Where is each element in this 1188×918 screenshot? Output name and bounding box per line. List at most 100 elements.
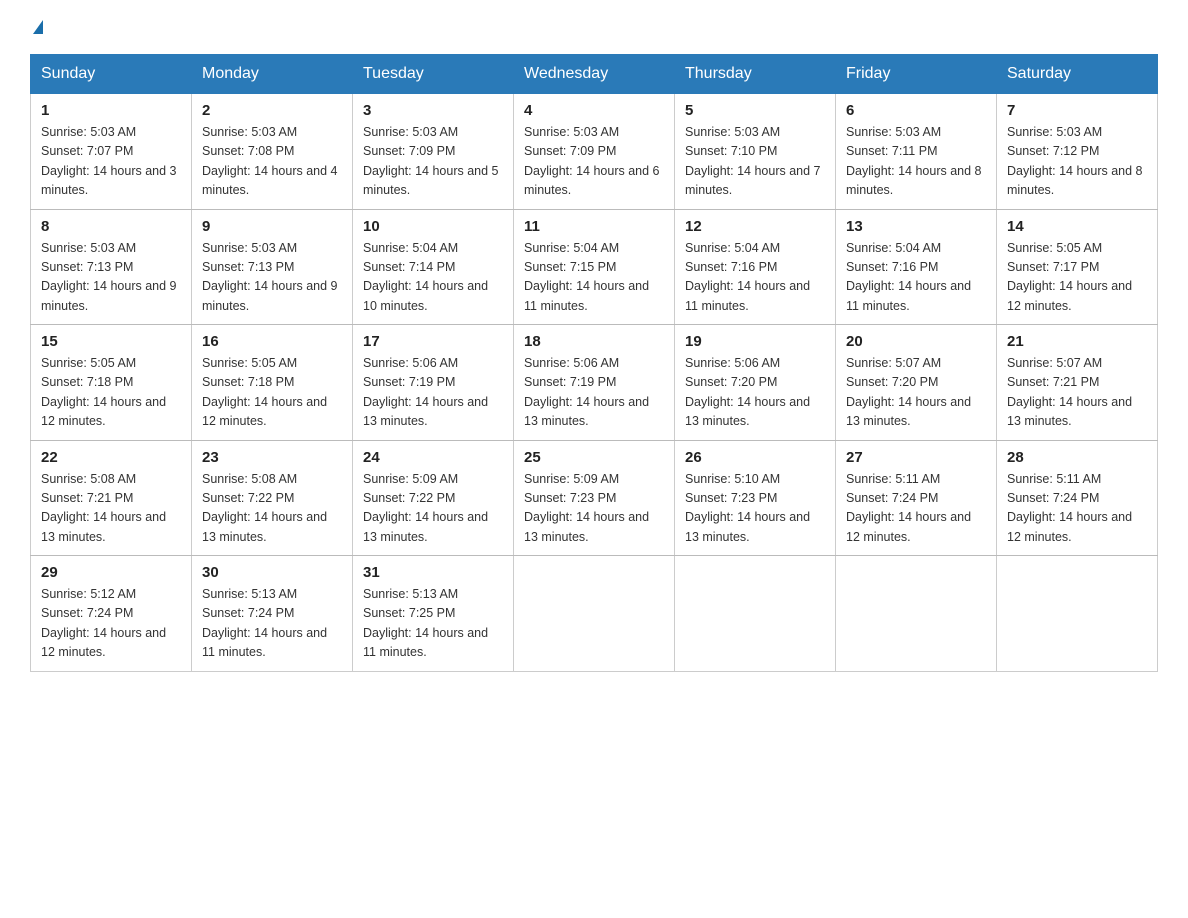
calendar-day-cell: 29 Sunrise: 5:12 AMSunset: 7:24 PMDaylig… bbox=[31, 556, 192, 672]
calendar-day-cell: 13 Sunrise: 5:04 AMSunset: 7:16 PMDaylig… bbox=[836, 209, 997, 325]
day-number: 1 bbox=[41, 102, 181, 119]
calendar-day-cell: 9 Sunrise: 5:03 AMSunset: 7:13 PMDayligh… bbox=[192, 209, 353, 325]
day-number: 18 bbox=[524, 333, 664, 350]
day-number: 8 bbox=[41, 218, 181, 235]
day-number: 5 bbox=[685, 102, 825, 119]
day-number: 23 bbox=[202, 449, 342, 466]
day-number: 15 bbox=[41, 333, 181, 350]
calendar-table: SundayMondayTuesdayWednesdayThursdayFrid… bbox=[30, 54, 1158, 672]
calendar-day-cell: 16 Sunrise: 5:05 AMSunset: 7:18 PMDaylig… bbox=[192, 325, 353, 441]
calendar-day-cell: 20 Sunrise: 5:07 AMSunset: 7:20 PMDaylig… bbox=[836, 325, 997, 441]
day-info: Sunrise: 5:03 AMSunset: 7:13 PMDaylight:… bbox=[41, 241, 177, 313]
calendar-day-cell bbox=[514, 556, 675, 672]
day-number: 31 bbox=[363, 564, 503, 581]
calendar-day-cell: 28 Sunrise: 5:11 AMSunset: 7:24 PMDaylig… bbox=[997, 440, 1158, 556]
logo bbox=[30, 20, 43, 36]
weekday-header-saturday: Saturday bbox=[997, 55, 1158, 94]
calendar-day-cell: 17 Sunrise: 5:06 AMSunset: 7:19 PMDaylig… bbox=[353, 325, 514, 441]
weekday-header-sunday: Sunday bbox=[31, 55, 192, 94]
day-info: Sunrise: 5:09 AMSunset: 7:23 PMDaylight:… bbox=[524, 472, 649, 544]
day-number: 30 bbox=[202, 564, 342, 581]
day-info: Sunrise: 5:13 AMSunset: 7:24 PMDaylight:… bbox=[202, 587, 327, 659]
day-number: 22 bbox=[41, 449, 181, 466]
calendar-week-row: 1 Sunrise: 5:03 AMSunset: 7:07 PMDayligh… bbox=[31, 94, 1158, 210]
calendar-day-cell: 23 Sunrise: 5:08 AMSunset: 7:22 PMDaylig… bbox=[192, 440, 353, 556]
calendar-day-cell: 25 Sunrise: 5:09 AMSunset: 7:23 PMDaylig… bbox=[514, 440, 675, 556]
day-info: Sunrise: 5:10 AMSunset: 7:23 PMDaylight:… bbox=[685, 472, 810, 544]
day-info: Sunrise: 5:09 AMSunset: 7:22 PMDaylight:… bbox=[363, 472, 488, 544]
calendar-day-cell: 10 Sunrise: 5:04 AMSunset: 7:14 PMDaylig… bbox=[353, 209, 514, 325]
day-info: Sunrise: 5:03 AMSunset: 7:12 PMDaylight:… bbox=[1007, 125, 1143, 197]
day-number: 25 bbox=[524, 449, 664, 466]
calendar-day-cell: 18 Sunrise: 5:06 AMSunset: 7:19 PMDaylig… bbox=[514, 325, 675, 441]
day-info: Sunrise: 5:06 AMSunset: 7:20 PMDaylight:… bbox=[685, 356, 810, 428]
day-info: Sunrise: 5:04 AMSunset: 7:15 PMDaylight:… bbox=[524, 241, 649, 313]
calendar-day-cell: 11 Sunrise: 5:04 AMSunset: 7:15 PMDaylig… bbox=[514, 209, 675, 325]
logo-triangle-icon bbox=[33, 20, 43, 34]
day-number: 6 bbox=[846, 102, 986, 119]
day-info: Sunrise: 5:03 AMSunset: 7:09 PMDaylight:… bbox=[363, 125, 499, 197]
calendar-day-cell bbox=[997, 556, 1158, 672]
calendar-week-row: 22 Sunrise: 5:08 AMSunset: 7:21 PMDaylig… bbox=[31, 440, 1158, 556]
calendar-day-cell: 8 Sunrise: 5:03 AMSunset: 7:13 PMDayligh… bbox=[31, 209, 192, 325]
day-info: Sunrise: 5:12 AMSunset: 7:24 PMDaylight:… bbox=[41, 587, 166, 659]
day-number: 17 bbox=[363, 333, 503, 350]
day-number: 24 bbox=[363, 449, 503, 466]
calendar-day-cell: 30 Sunrise: 5:13 AMSunset: 7:24 PMDaylig… bbox=[192, 556, 353, 672]
weekday-header-wednesday: Wednesday bbox=[514, 55, 675, 94]
calendar-day-cell: 7 Sunrise: 5:03 AMSunset: 7:12 PMDayligh… bbox=[997, 94, 1158, 210]
weekday-header-row: SundayMondayTuesdayWednesdayThursdayFrid… bbox=[31, 55, 1158, 94]
calendar-day-cell: 14 Sunrise: 5:05 AMSunset: 7:17 PMDaylig… bbox=[997, 209, 1158, 325]
day-number: 11 bbox=[524, 218, 664, 235]
calendar-day-cell: 26 Sunrise: 5:10 AMSunset: 7:23 PMDaylig… bbox=[675, 440, 836, 556]
day-info: Sunrise: 5:07 AMSunset: 7:21 PMDaylight:… bbox=[1007, 356, 1132, 428]
calendar-day-cell: 24 Sunrise: 5:09 AMSunset: 7:22 PMDaylig… bbox=[353, 440, 514, 556]
day-info: Sunrise: 5:03 AMSunset: 7:10 PMDaylight:… bbox=[685, 125, 821, 197]
calendar-day-cell: 19 Sunrise: 5:06 AMSunset: 7:20 PMDaylig… bbox=[675, 325, 836, 441]
weekday-header-thursday: Thursday bbox=[675, 55, 836, 94]
day-number: 28 bbox=[1007, 449, 1147, 466]
day-number: 13 bbox=[846, 218, 986, 235]
day-number: 7 bbox=[1007, 102, 1147, 119]
day-info: Sunrise: 5:04 AMSunset: 7:16 PMDaylight:… bbox=[846, 241, 971, 313]
day-number: 27 bbox=[846, 449, 986, 466]
weekday-header-tuesday: Tuesday bbox=[353, 55, 514, 94]
day-number: 16 bbox=[202, 333, 342, 350]
day-number: 26 bbox=[685, 449, 825, 466]
day-info: Sunrise: 5:08 AMSunset: 7:21 PMDaylight:… bbox=[41, 472, 166, 544]
day-info: Sunrise: 5:06 AMSunset: 7:19 PMDaylight:… bbox=[363, 356, 488, 428]
day-info: Sunrise: 5:07 AMSunset: 7:20 PMDaylight:… bbox=[846, 356, 971, 428]
calendar-week-row: 15 Sunrise: 5:05 AMSunset: 7:18 PMDaylig… bbox=[31, 325, 1158, 441]
day-number: 10 bbox=[363, 218, 503, 235]
calendar-day-cell: 6 Sunrise: 5:03 AMSunset: 7:11 PMDayligh… bbox=[836, 94, 997, 210]
day-number: 14 bbox=[1007, 218, 1147, 235]
day-info: Sunrise: 5:13 AMSunset: 7:25 PMDaylight:… bbox=[363, 587, 488, 659]
calendar-day-cell: 3 Sunrise: 5:03 AMSunset: 7:09 PMDayligh… bbox=[353, 94, 514, 210]
day-number: 20 bbox=[846, 333, 986, 350]
weekday-header-friday: Friday bbox=[836, 55, 997, 94]
day-info: Sunrise: 5:05 AMSunset: 7:18 PMDaylight:… bbox=[41, 356, 166, 428]
day-number: 2 bbox=[202, 102, 342, 119]
day-info: Sunrise: 5:03 AMSunset: 7:09 PMDaylight:… bbox=[524, 125, 660, 197]
calendar-day-cell: 1 Sunrise: 5:03 AMSunset: 7:07 PMDayligh… bbox=[31, 94, 192, 210]
day-number: 9 bbox=[202, 218, 342, 235]
calendar-day-cell: 15 Sunrise: 5:05 AMSunset: 7:18 PMDaylig… bbox=[31, 325, 192, 441]
day-info: Sunrise: 5:05 AMSunset: 7:17 PMDaylight:… bbox=[1007, 241, 1132, 313]
day-info: Sunrise: 5:11 AMSunset: 7:24 PMDaylight:… bbox=[846, 472, 971, 544]
day-info: Sunrise: 5:04 AMSunset: 7:14 PMDaylight:… bbox=[363, 241, 488, 313]
calendar-day-cell: 12 Sunrise: 5:04 AMSunset: 7:16 PMDaylig… bbox=[675, 209, 836, 325]
day-info: Sunrise: 5:03 AMSunset: 7:08 PMDaylight:… bbox=[202, 125, 338, 197]
calendar-week-row: 29 Sunrise: 5:12 AMSunset: 7:24 PMDaylig… bbox=[31, 556, 1158, 672]
calendar-day-cell: 4 Sunrise: 5:03 AMSunset: 7:09 PMDayligh… bbox=[514, 94, 675, 210]
day-info: Sunrise: 5:03 AMSunset: 7:07 PMDaylight:… bbox=[41, 125, 177, 197]
calendar-day-cell bbox=[836, 556, 997, 672]
page-header bbox=[30, 20, 1158, 36]
day-number: 12 bbox=[685, 218, 825, 235]
day-info: Sunrise: 5:06 AMSunset: 7:19 PMDaylight:… bbox=[524, 356, 649, 428]
day-info: Sunrise: 5:03 AMSunset: 7:13 PMDaylight:… bbox=[202, 241, 338, 313]
calendar-day-cell: 21 Sunrise: 5:07 AMSunset: 7:21 PMDaylig… bbox=[997, 325, 1158, 441]
calendar-day-cell: 5 Sunrise: 5:03 AMSunset: 7:10 PMDayligh… bbox=[675, 94, 836, 210]
day-info: Sunrise: 5:11 AMSunset: 7:24 PMDaylight:… bbox=[1007, 472, 1132, 544]
calendar-day-cell bbox=[675, 556, 836, 672]
calendar-week-row: 8 Sunrise: 5:03 AMSunset: 7:13 PMDayligh… bbox=[31, 209, 1158, 325]
